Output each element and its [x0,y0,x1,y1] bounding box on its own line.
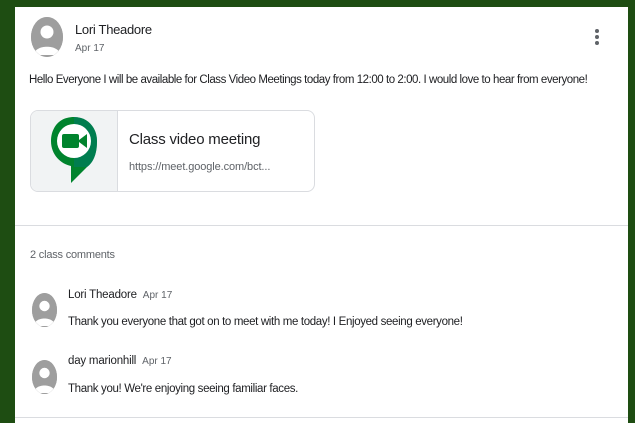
class-comments-toggle[interactable]: 2 class comments [30,249,115,261]
comment-text: Thank you everyone that got on to meet w… [68,316,463,328]
attachment-url: https://meet.google.com/bct... [129,161,271,173]
more-vert-icon [589,29,605,45]
comment-author-name: Lori Theadore [68,289,137,301]
comment-avatar[interactable] [32,293,57,327]
person-icon [32,293,57,327]
attachment-card[interactable]: Class video meeting https://meet.google.… [30,110,315,192]
comment-text: Thank you! We're enjoying seeing familia… [68,383,299,395]
comment-author: day marionhill Apr 17 [68,355,172,367]
attachment-thumbnail [31,111,118,191]
stream-post-card: Lori Theadore Apr 17 Hello Everyone I wi… [15,7,628,423]
attachment-title: Class video meeting [129,131,261,148]
comment-author-name: day marionhill [68,355,137,367]
author-avatar[interactable] [31,17,63,57]
comment-date: Apr 17 [142,290,173,301]
person-icon [31,17,63,57]
comment-avatar[interactable] [32,360,57,394]
divider [15,225,628,226]
more-options-button[interactable] [589,27,605,51]
google-meet-icon [51,117,97,183]
post-message: Hello Everyone I will be available for C… [29,74,588,86]
post-date: Apr 17 [75,43,105,54]
comment-author: Lori Theadore Apr 17 [68,289,172,301]
divider [15,417,628,418]
person-icon [32,360,57,394]
comment-date: Apr 17 [142,356,172,367]
post-author-name: Lori Theadore [75,22,152,37]
